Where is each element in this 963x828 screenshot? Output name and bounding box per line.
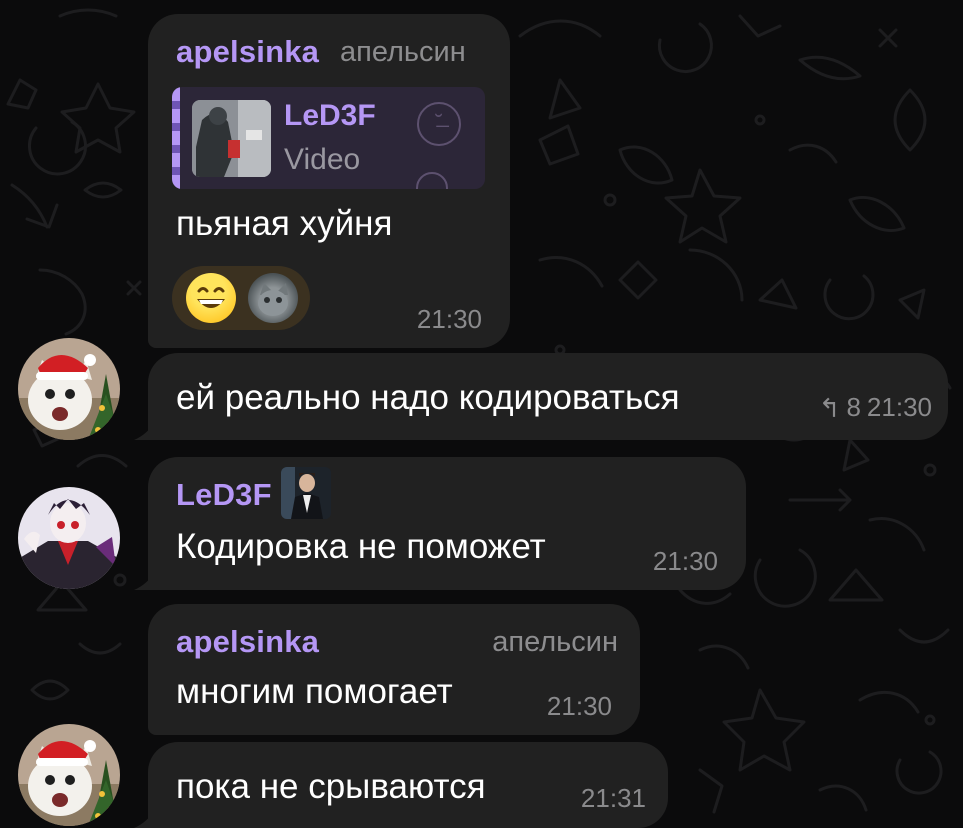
message-meta: ↰ 8 21:30 [819,392,932,423]
message-text: пьяная хуйня [176,204,393,243]
sender-name[interactable]: apelsinka [176,34,319,70]
sender-role: апельсин [492,626,618,658]
message-bubble[interactable]: apelsinka апельсин многим помогает 21:30 [148,604,640,735]
message-text: пока не срываются [176,767,486,806]
bubble-tail [134,570,156,590]
bubble-tail [134,420,156,440]
message-bubble[interactable]: LeD3F Кодировка не поможет 21:30 [134,457,746,590]
reply-count[interactable]: 8 [846,392,860,423]
sender-name[interactable]: apelsinka [176,624,319,660]
message-text: многим помогает [176,672,453,711]
message-time: 21:31 [580,783,646,813]
message-time: 21:30 [416,304,482,334]
grinning-face-emoji-icon[interactable] [186,273,236,323]
message-bubble[interactable]: пока не срываются 21:31 [134,742,668,828]
message-bubble[interactable]: apelsinka апельсин LeD3F Video ˘̶ пьяная… [148,14,510,348]
sender-badge-image [281,467,331,519]
user-avatar[interactable] [18,724,120,826]
reactions-bar[interactable] [172,266,310,330]
message-text: Кодировка не поможет [176,527,546,566]
user-avatar[interactable] [18,338,120,440]
message-time: 21:30 [866,392,932,422]
message-time: 21:30 [546,691,612,721]
reply-arrow-icon[interactable]: ↰ [819,395,841,421]
face-icon [416,172,448,189]
message-text: ей реально надо кодироваться [176,378,680,417]
reply-preview[interactable]: LeD3F Video ˘̶ [172,87,485,189]
annoyed-face-icon: ˘̶ [417,102,461,146]
message-time: 21:30 [652,546,718,576]
reply-media-type: Video [284,143,361,176]
video-thumbnail [192,100,271,177]
message-bubble[interactable]: ей реально надо кодироваться ↰ 8 21:30 [134,353,948,440]
sender-name[interactable]: LeD3F [176,477,272,513]
cat-avatar-icon[interactable] [248,273,298,323]
user-avatar[interactable] [18,487,120,589]
bubble-tail [134,808,156,828]
reply-accent-bar [172,87,180,189]
reply-sender-name: LeD3F [284,99,376,132]
sender-role: апельсин [340,36,466,68]
